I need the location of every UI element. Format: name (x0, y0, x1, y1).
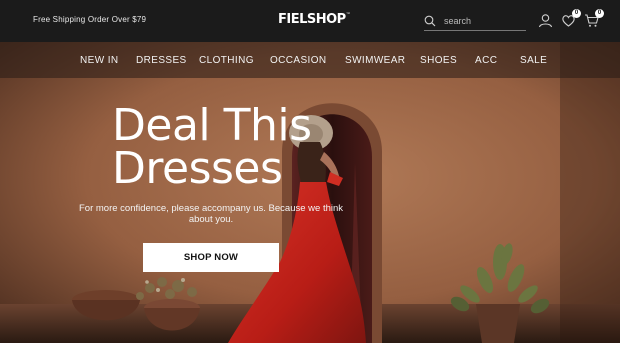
shop-now-button[interactable]: SHOP NOW (143, 243, 279, 272)
search-input[interactable] (444, 15, 522, 26)
nav-item-sale[interactable]: SALE (520, 55, 547, 66)
nav-item-clothing[interactable]: CLOTHING (199, 55, 254, 66)
headline-line-1: Deal This (112, 100, 312, 151)
user-icon (538, 14, 553, 28)
nav-item-dresses[interactable]: DRESSES (136, 55, 187, 66)
main-nav: NEW IN DRESSES CLOTHING OCCASION SWIMWEA… (0, 42, 620, 78)
cart-button[interactable]: 0 (584, 9, 604, 28)
nav-item-acc[interactable]: ACC (475, 55, 497, 66)
logo-text: FIELSHOP (278, 12, 346, 27)
nav-item-swimwear[interactable]: SWIMWEAR (345, 55, 405, 66)
nav-item-new-in[interactable]: NEW IN (80, 55, 119, 66)
nav-item-occasion[interactable]: OCCASION (270, 55, 327, 66)
search-icon[interactable] (424, 15, 436, 27)
cart-count-badge: 0 (595, 9, 604, 18)
nav-item-shoes[interactable]: SHOES (420, 55, 457, 66)
logo-mark: ™ (345, 11, 351, 18)
hero-headline: Deal This Dresses (112, 100, 342, 194)
hero-banner (0, 42, 620, 343)
promo-text: Free Shipping Order Over $79 (33, 15, 147, 24)
headline-line-2: Dresses (112, 143, 283, 194)
search-box[interactable] (424, 11, 526, 31)
top-bar: Free Shipping Order Over $79 FIELSHOP™ 0… (0, 0, 620, 42)
site-logo[interactable]: FIELSHOP™ (278, 11, 351, 27)
wishlist-count-badge: 0 (572, 9, 581, 18)
hero-subtext: For more confidence, please accompany us… (78, 203, 344, 225)
account-button[interactable] (538, 13, 553, 28)
wishlist-button[interactable]: 0 (561, 9, 581, 28)
hero-image (0, 42, 620, 343)
